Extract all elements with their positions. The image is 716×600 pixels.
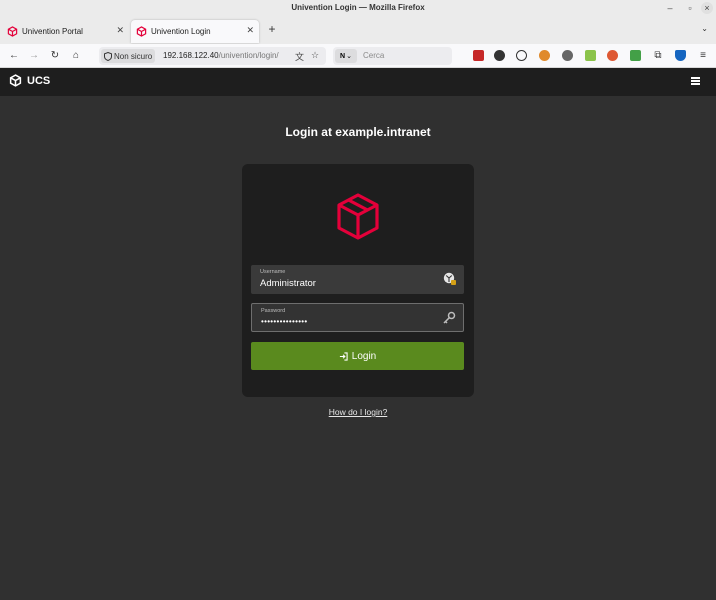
extension-icon-5[interactable]	[585, 50, 596, 61]
extension-icon-6[interactable]	[630, 50, 641, 61]
back-icon[interactable]: ←	[7, 49, 21, 63]
bookmark-star-icon[interactable]: ☆	[311, 50, 319, 61]
login-enter-icon	[339, 351, 348, 361]
chevron-down-icon: ⌄	[346, 53, 352, 60]
tab-strip: Univention Portal ✕ Univention Login ✕ +…	[0, 18, 716, 44]
duckduckgo-icon[interactable]	[607, 50, 618, 61]
reload-icon[interactable]: ↻	[48, 49, 62, 63]
search-engine-icon: N	[340, 52, 346, 60]
tab-univention-login[interactable]: Univention Login ✕	[131, 20, 259, 43]
minimize-icon[interactable]: –	[664, 2, 676, 14]
tab-close-icon[interactable]: ✕	[246, 25, 254, 36]
window-titlebar: Univention Login — Mozilla Firefox – ▫ ×	[0, 0, 716, 18]
account-icon[interactable]	[516, 50, 527, 61]
univention-favicon-icon	[136, 26, 147, 37]
hamburger-menu-icon[interactable]	[691, 77, 700, 85]
shield-warning-icon	[104, 51, 112, 61]
search-engine-selector[interactable]: N ⌄	[335, 49, 357, 63]
password-input[interactable]: •••••••••••••••	[261, 317, 308, 326]
url-bar[interactable]: Non sicuro 192.168.122.40/univention/log…	[99, 47, 326, 65]
login-button-label: Login	[351, 350, 377, 362]
forward-icon[interactable]: →	[27, 49, 41, 63]
extension-icon-2[interactable]	[494, 50, 505, 61]
extensions-puzzle-icon[interactable]: ⧉	[651, 49, 665, 63]
extension-icon-1[interactable]	[473, 50, 484, 61]
username-field[interactable]: Username Administrator	[251, 265, 464, 294]
url-host: 192.168.122.40	[163, 51, 219, 60]
password-field[interactable]: Password •••••••••••••••	[251, 303, 464, 332]
list-tabs-icon[interactable]: ⌄	[701, 24, 708, 33]
extension-icon-3[interactable]	[539, 50, 550, 61]
security-indicator[interactable]: Non sicuro	[101, 49, 156, 63]
brand-name: UCS	[27, 74, 51, 87]
ucs-logo-icon	[9, 74, 22, 87]
tab-label: Univention Login	[151, 27, 211, 36]
search-input: Cerca	[363, 51, 385, 60]
password-manager-icon[interactable]	[443, 272, 457, 286]
brand[interactable]: UCS	[9, 74, 50, 87]
url-text[interactable]: 192.168.122.40/univention/login/	[163, 51, 279, 60]
window-title: Univention Login — Mozilla Firefox	[291, 3, 425, 12]
navigation-toolbar: ← → ↻ ⌂ Non sicuro 192.168.122.40/univen…	[0, 44, 716, 68]
tab-close-icon[interactable]: ✕	[116, 25, 124, 36]
login-button[interactable]: Login	[251, 342, 464, 370]
security-label: Non sicuro	[114, 51, 153, 61]
username-input[interactable]: Administrator	[260, 278, 316, 289]
how-do-i-login-link[interactable]: How do I login?	[0, 407, 716, 417]
close-window-icon[interactable]: ×	[701, 2, 713, 14]
page-title: Login at example.intranet	[285, 125, 431, 139]
login-card: Username Administrator Password ••••••••…	[242, 164, 474, 397]
password-label: Password	[261, 308, 286, 314]
username-label: Username	[260, 269, 286, 275]
univention-favicon-icon	[7, 26, 18, 37]
shield-extension-icon[interactable]	[675, 50, 686, 61]
home-icon[interactable]: ⌂	[69, 49, 83, 63]
tab-univention-portal[interactable]: Univention Portal ✕	[2, 20, 129, 43]
tab-label: Univention Portal	[22, 27, 83, 36]
maximize-icon[interactable]: ▫	[684, 2, 696, 14]
translate-icon[interactable]: 文	[295, 50, 304, 63]
url-path: /univention/login/	[218, 51, 279, 60]
extension-icon-4[interactable]	[562, 50, 573, 61]
search-bar[interactable]: N ⌄ Cerca	[333, 47, 452, 65]
key-icon[interactable]	[442, 311, 456, 325]
menu-icon[interactable]: ≡	[696, 49, 710, 63]
app-header: UCS	[0, 68, 716, 96]
new-tab-button[interactable]: +	[265, 22, 279, 36]
univention-cube-logo-icon	[337, 193, 379, 240]
